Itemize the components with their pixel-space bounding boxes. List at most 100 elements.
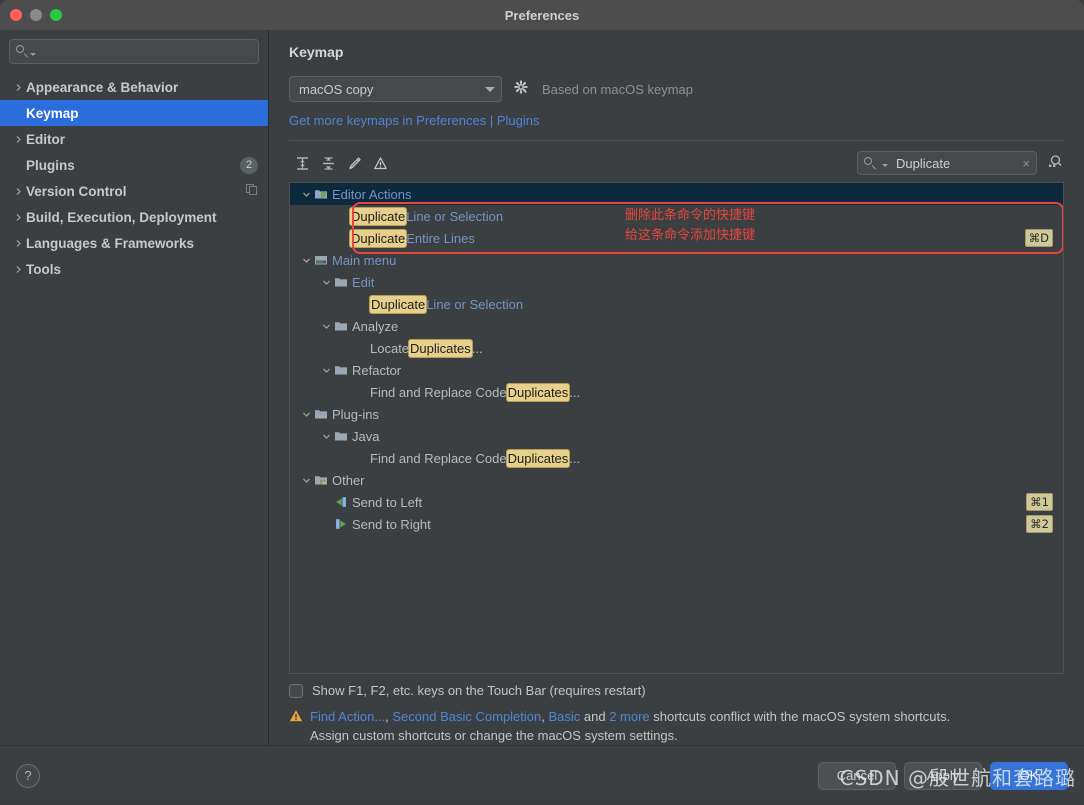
chevron-right-icon (14, 265, 26, 274)
expand-all-icon[interactable] (289, 152, 315, 174)
sidebar-search-wrap (0, 39, 268, 72)
folder-icon (334, 363, 352, 377)
window-title: Preferences (504, 7, 580, 23)
and-text: and (580, 709, 610, 724)
search-icon (16, 45, 29, 58)
tree-row[interactable]: Refactor (290, 359, 1063, 381)
sidebar-item-label: Version Control (26, 183, 127, 199)
conflict-link-basic[interactable]: Basic (548, 709, 580, 724)
conflict-warning: Find Action..., Second Basic Completion,… (289, 707, 1064, 745)
keymap-tree[interactable]: Editor Actions Duplicate Line or Selecti… (289, 182, 1064, 674)
tree-row[interactable]: Plug-ins (290, 403, 1063, 425)
annotation-text-line-1: 删除此条命令的快捷键 (625, 208, 756, 223)
tree-row-highlight: Duplicates (506, 449, 570, 467)
conflict-link-second-basic-completion[interactable]: Second Basic Completion (392, 709, 541, 724)
chevron-down-icon (882, 164, 888, 167)
tree-row[interactable]: Find and Replace Code Duplicates ... (290, 381, 1063, 403)
collapse-all-icon[interactable] (315, 152, 341, 174)
sidebar-item-appearance-behavior[interactable]: Appearance & Behavior (0, 74, 268, 100)
get-more-keymaps-link[interactable]: Get more keymaps in Preferences | Plugin… (289, 113, 1064, 128)
touch-bar-checkbox-label: Show F1, F2, etc. keys on the Touch Bar … (312, 683, 646, 698)
folder-icon (334, 319, 352, 333)
sidebar-item-tools[interactable]: Tools (0, 256, 268, 282)
keymap-panel: Keymap macOS copy Based on macOS keymap … (269, 30, 1084, 745)
help-button[interactable]: ? (16, 763, 40, 788)
chevron-down-icon[interactable] (318, 322, 334, 331)
chevron-down-icon[interactable] (298, 410, 314, 419)
tree-row-label: Refactor (352, 362, 402, 378)
tree-row-label-post: ... (471, 340, 483, 356)
tree-row[interactable]: Duplicate Line or Selection (290, 293, 1063, 315)
sidebar-item-languages-frameworks[interactable]: Languages & Frameworks (0, 230, 268, 256)
gear-icon[interactable] (514, 79, 530, 99)
chevron-down-icon[interactable] (318, 366, 334, 375)
tree-row-label: Editor Actions (332, 186, 412, 202)
tree-row-highlight: Duplicate (350, 207, 407, 225)
tree-row-label: Plug-ins (332, 406, 379, 422)
tree-row[interactable]: Java (290, 425, 1063, 447)
shortcut-badge: ⌘2 (1026, 515, 1053, 533)
tree-row[interactable]: Other (290, 469, 1063, 491)
tree-row[interactable]: Analyze (290, 315, 1063, 337)
chevron-right-icon (14, 135, 26, 144)
chevron-down-icon (30, 52, 36, 56)
chevron-right-icon (14, 83, 26, 92)
sidebar-item-label: Tools (26, 261, 61, 277)
tree-row[interactable]: Edit (290, 271, 1063, 293)
close-window-button[interactable] (10, 9, 22, 21)
tree-row[interactable]: Send to Left ⌘1 (290, 491, 1063, 513)
sidebar-item-keymap[interactable]: Keymap (0, 100, 268, 126)
sidebar-item-editor[interactable]: Editor (0, 126, 268, 152)
minimize-window-button[interactable] (30, 9, 42, 21)
chevron-down-icon[interactable] (298, 256, 314, 265)
tree-row-label-post: ... (569, 384, 581, 400)
sidebar-item-label: Build, Execution, Deployment (26, 209, 217, 225)
tree-row-label-post: ... (569, 450, 581, 466)
window-controls (0, 9, 62, 21)
title-bar: Preferences (0, 0, 1084, 30)
tree-row[interactable]: Locate Duplicates ... (290, 337, 1063, 359)
touch-bar-option-row: Show F1, F2, etc. keys on the Touch Bar … (289, 683, 1064, 698)
tree-row-label: Main menu (332, 252, 397, 268)
conflict-link-2-more[interactable]: 2 more (609, 709, 649, 724)
sidebar-item-plugins[interactable]: Plugins 2 (0, 152, 268, 178)
tree-row[interactable]: Main menu (290, 249, 1063, 271)
send-right-icon (334, 517, 352, 531)
sidebar-item-version-control[interactable]: Version Control (0, 178, 268, 204)
sidebar-item-label: Languages & Frameworks (26, 235, 195, 251)
tree-row-label: Send to Left (352, 494, 423, 510)
tree-row-highlight: Duplicate (350, 229, 407, 247)
tree-row-label: Send to Right (352, 516, 431, 532)
touch-bar-checkbox[interactable] (289, 683, 303, 698)
edit-pencil-icon[interactable] (341, 152, 367, 174)
chevron-down-icon[interactable] (318, 278, 334, 287)
copy-icon (245, 183, 258, 199)
folder-icon (334, 275, 352, 289)
dialog-footer: ? Cancel Apply OK CSDN @殷世航和套路璐 (0, 745, 1084, 805)
conflict-second-line: Assign custom shortcuts or change the ma… (310, 728, 678, 743)
folder-icon (314, 407, 332, 421)
sidebar-item-build-execution-deployment[interactable]: Build, Execution, Deployment (0, 204, 268, 230)
warning-icon[interactable] (367, 152, 393, 174)
tree-row-label-pre: Find and Replace Code (370, 450, 507, 466)
chevron-down-icon[interactable] (298, 476, 314, 485)
page-title: Keymap (289, 44, 344, 60)
find-by-shortcut-icon[interactable] (1047, 153, 1064, 173)
tree-row[interactable]: Editor Actions (290, 183, 1063, 205)
tree-row-highlight: Duplicate (370, 295, 427, 313)
chevron-down-icon[interactable] (318, 432, 334, 441)
tree-row[interactable]: Send to Right ⌘2 (290, 513, 1063, 535)
sidebar-item-label: Keymap (26, 105, 79, 121)
tree-row-label: Analyze (352, 318, 399, 334)
maximize-window-button[interactable] (50, 9, 62, 21)
clear-search-icon[interactable]: × (1022, 156, 1030, 171)
conflict-link-find-action[interactable]: Find Action... (310, 709, 385, 724)
keymap-select-value: macOS copy (299, 81, 374, 97)
window-content: Appearance & Behavior Keymap Editor Plug… (0, 30, 1084, 745)
chevron-down-icon[interactable] (298, 190, 314, 199)
keymap-search-input[interactable]: Duplicate × (857, 151, 1037, 175)
keymap-select[interactable]: macOS copy (289, 76, 502, 102)
sidebar-search-input[interactable] (9, 39, 259, 64)
other-icon (314, 473, 332, 487)
tree-row[interactable]: Find and Replace Code Duplicates ... (290, 447, 1063, 469)
